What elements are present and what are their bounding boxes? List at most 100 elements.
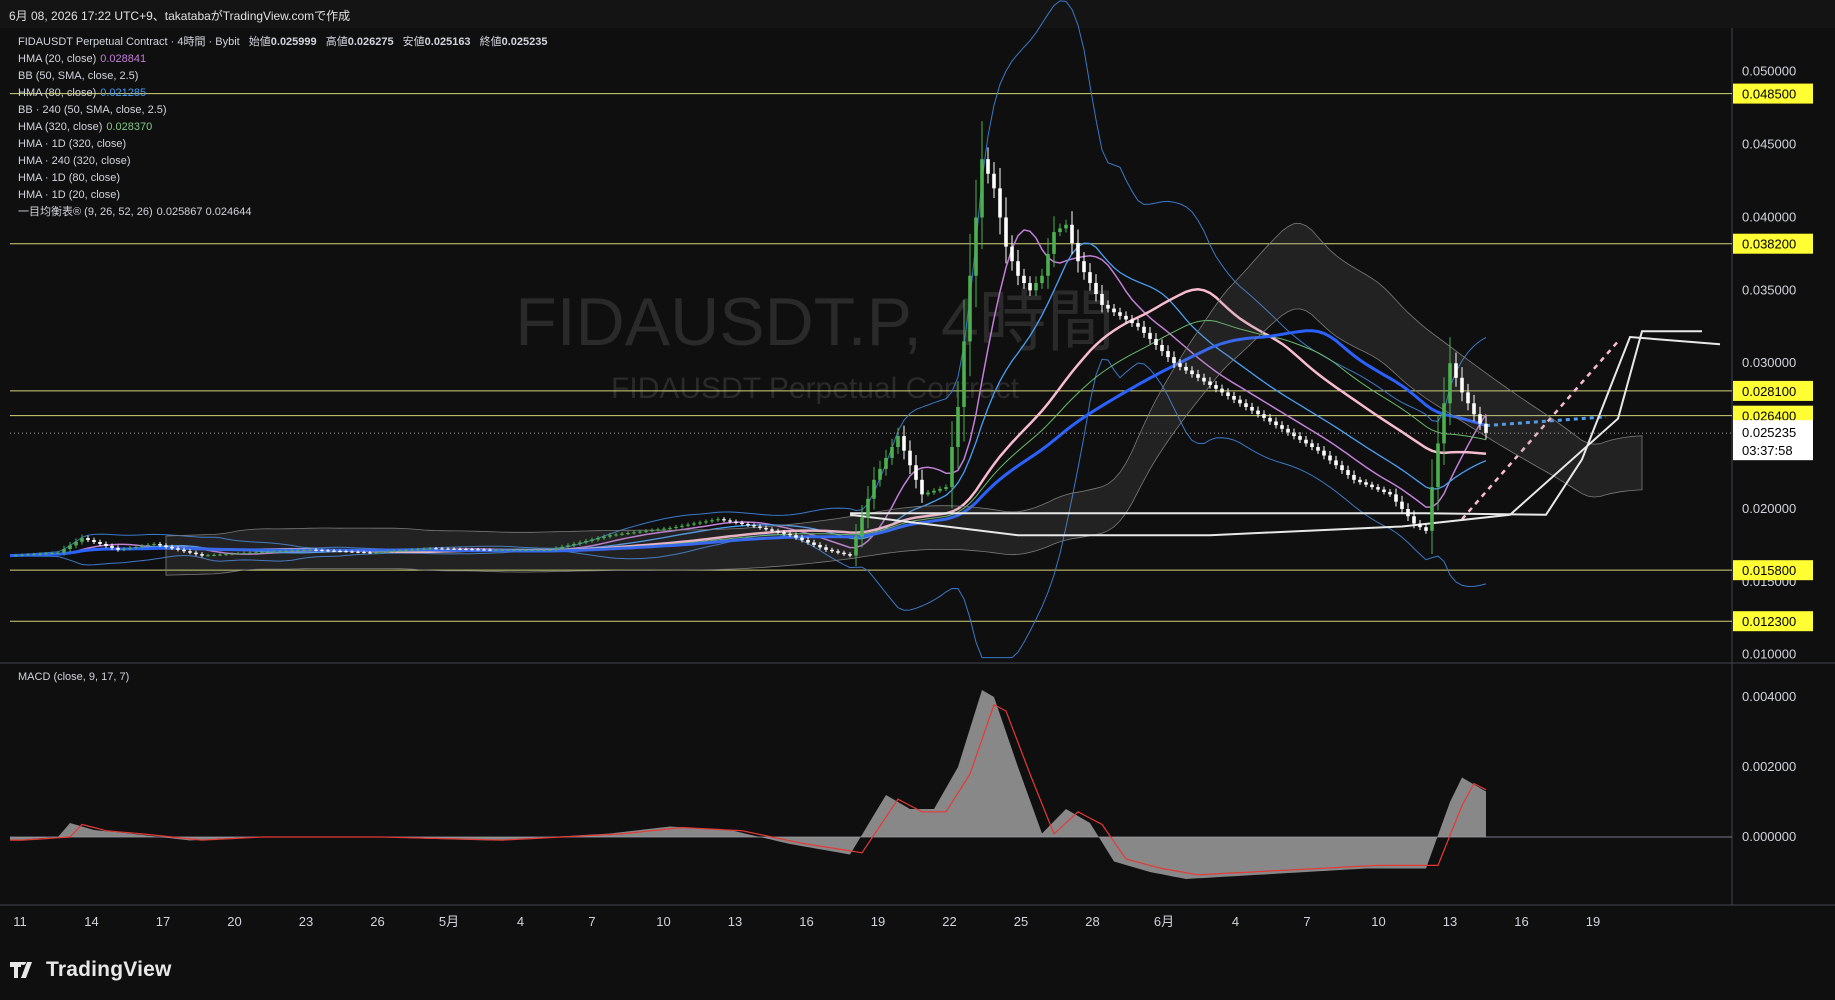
candle-body [692, 523, 696, 525]
candle-body [734, 521, 738, 523]
candle-body [1310, 443, 1314, 448]
candle-body [728, 520, 732, 522]
high-label: 高値 [325, 36, 348, 48]
candle-body [86, 538, 90, 541]
indicator-row[interactable]: HMA (80, close) 0.021285 [18, 85, 548, 102]
price-tick-label: 0.050000 [1742, 64, 1796, 79]
candle-body [44, 553, 48, 555]
candle-body [806, 540, 810, 543]
time-tick-label: 10 [1371, 914, 1385, 929]
candle-body [80, 538, 84, 542]
candle-body [1448, 363, 1452, 404]
candle-body [794, 535, 798, 538]
candle-body [1094, 283, 1098, 294]
candle-body [548, 549, 552, 551]
indicator-list: HMA (20, close) 0.028841 BB (50, SMA, clos… [18, 51, 548, 221]
candle-body [26, 554, 30, 556]
countdown-label: 03:37:58 [1742, 443, 1793, 458]
candle-body [464, 549, 468, 551]
candle-body [1154, 338, 1158, 345]
candle-body [1112, 308, 1116, 313]
candle-body [512, 549, 516, 551]
candle-body [1136, 323, 1140, 327]
candle-body [608, 535, 612, 537]
time-tick-label: 4 [517, 914, 524, 929]
candle-body [746, 524, 750, 526]
candle-body [578, 542, 582, 544]
candle-body [854, 536, 858, 556]
indicator-row[interactable]: HMA · 1D (20, close) [18, 187, 548, 204]
candle-body [1016, 261, 1020, 276]
candle-body [878, 468, 882, 480]
time-tick-label: 23 [299, 914, 313, 929]
candle-body [254, 552, 258, 554]
candle-body [1394, 494, 1398, 502]
candle-body [50, 553, 54, 555]
candle-body [902, 436, 906, 451]
candle-body [632, 532, 636, 534]
legend: FIDAUSDT Perpetual Contract · 4時間 · Bybi… [18, 34, 548, 221]
time-tick-label: 16 [799, 914, 813, 929]
candle-body [1166, 351, 1170, 358]
tradingview-logo[interactable]: TradingView [10, 958, 172, 982]
indicator-label: BB · 240 (50, SMA, close, 2.5) [18, 104, 167, 116]
candle-body [1178, 363, 1182, 367]
candle-body [1040, 275, 1044, 284]
price-tick-label: 0.035000 [1742, 282, 1796, 297]
candle-body [758, 526, 762, 528]
candle-body [1274, 421, 1278, 426]
candle-body [836, 551, 840, 553]
candle-body [506, 549, 510, 551]
candle-body [302, 550, 306, 552]
macd-axis[interactable]: 0.004000 0.002000 0.000000 [1742, 689, 1796, 844]
price-axis[interactable]: 0.050000 0.045000 0.040000 0.035000 0.030000… [1733, 64, 1813, 662]
candle-body [1046, 253, 1050, 276]
time-tick-label: 13 [1443, 914, 1457, 929]
candle-body [218, 554, 222, 556]
indicator-label: HMA · 240 (320, close) [18, 155, 131, 167]
candle-body [320, 550, 324, 552]
candle-body [1358, 479, 1362, 483]
candle-body [1340, 465, 1344, 471]
candle-body [1106, 304, 1110, 309]
candle-body [1184, 366, 1188, 371]
indicator-row[interactable]: HMA · 240 (320, close) [18, 153, 548, 170]
candle-body [134, 546, 138, 548]
candle-body [1406, 508, 1410, 517]
candle-body [788, 533, 792, 536]
candle-body [1268, 417, 1272, 422]
candle-body [1430, 487, 1434, 531]
candle-body [710, 520, 714, 522]
candle-body [122, 548, 126, 550]
level-price-label: 0.028100 [1742, 384, 1796, 399]
indicator-row[interactable]: 一目均衡表® (9, 26, 52, 26) 0.025867 0.024644 [18, 204, 548, 221]
candle-body [476, 549, 480, 551]
indicator-row[interactable]: HMA (20, close) 0.028841 [18, 51, 548, 68]
candle-body [68, 545, 72, 550]
indicator-row[interactable]: HMA · 1D (80, close) [18, 170, 548, 187]
candle-body [1466, 392, 1470, 404]
candle-body [128, 547, 132, 549]
indicator-row[interactable]: BB (50, SMA, close, 2.5) [18, 68, 548, 85]
indicator-row[interactable]: BB · 240 (50, SMA, close, 2.5) [18, 102, 548, 119]
candle-body [176, 548, 180, 550]
time-axis[interactable]: 11 14 17 20 23 26 5月 4 7 10 13 16 19 22 25 28 6月 4 7 10 13 16… [13, 914, 1600, 929]
candle-body [620, 533, 624, 535]
candle-body [1010, 246, 1014, 262]
indicator-row[interactable]: HMA · 1D (320, close) [18, 136, 548, 153]
level-price-label: 0.038200 [1742, 237, 1796, 252]
candle-body [1436, 443, 1440, 488]
indicator-row[interactable]: HMA (320, close) 0.028370 [18, 119, 548, 136]
candle-body [818, 544, 822, 548]
price-tick-label: 0.020000 [1742, 501, 1796, 516]
candle-body [230, 553, 234, 555]
candle-body [74, 541, 78, 546]
indicator-label: HMA · 1D (80, close) [18, 172, 121, 184]
candle-body [1256, 410, 1260, 415]
candle-body [1388, 491, 1392, 495]
candle-body [182, 549, 186, 552]
candle-body [656, 529, 660, 531]
candle-body [1208, 381, 1212, 386]
candle-body [992, 173, 996, 189]
indicator-label: BB (50, SMA, close, 2.5) [18, 70, 139, 82]
